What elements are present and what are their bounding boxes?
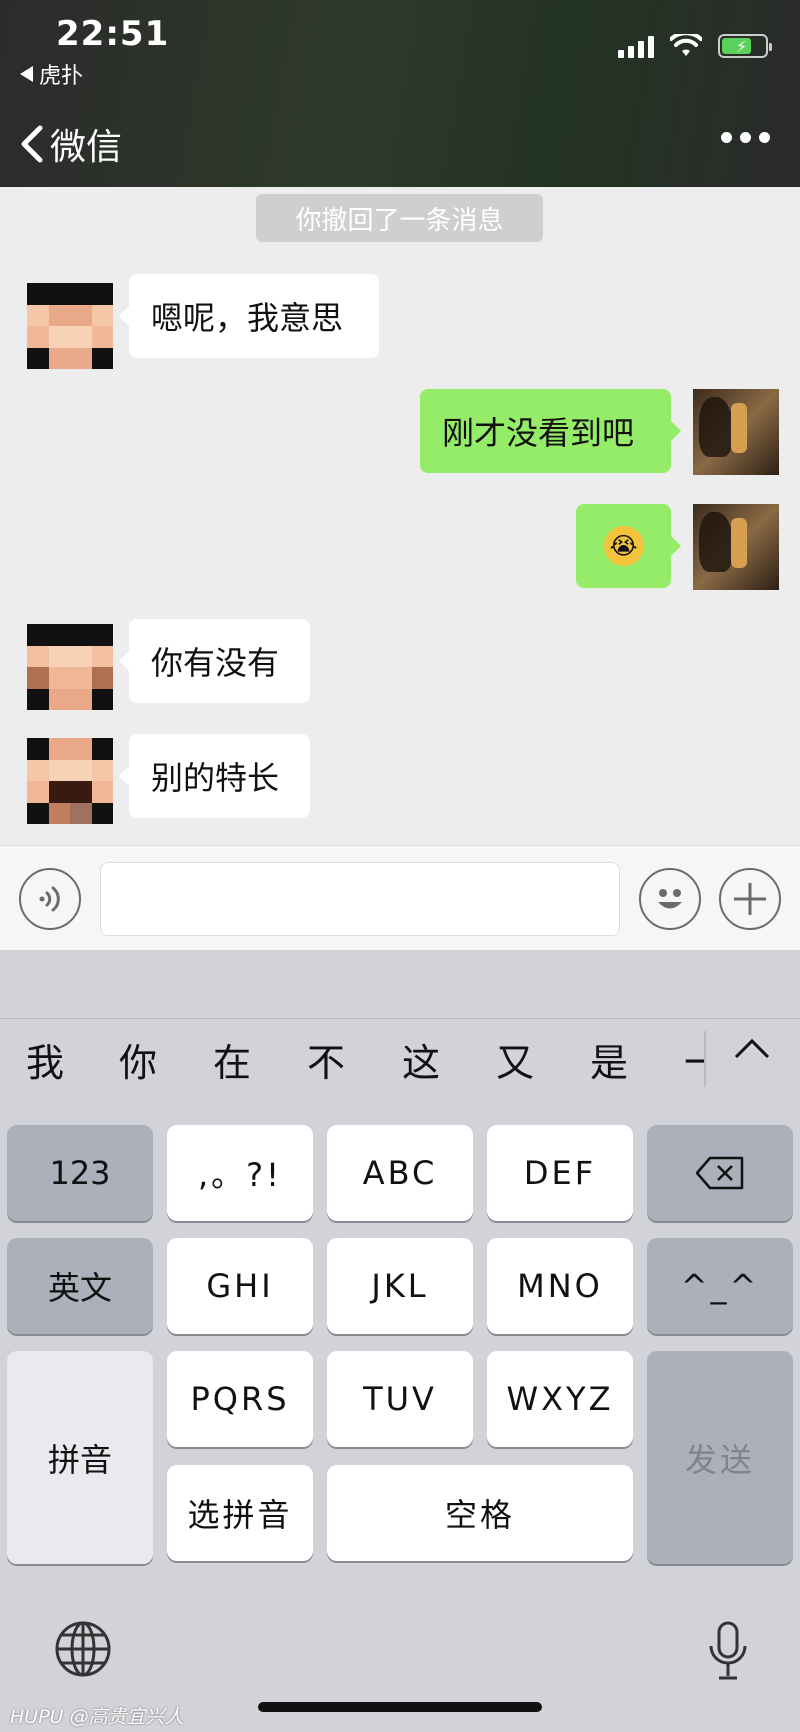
- voice-icon: [39, 886, 60, 912]
- more-functions-button[interactable]: [719, 868, 781, 930]
- candidate-word[interactable]: 一: [684, 1019, 704, 1099]
- key-tuv[interactable]: TUV: [327, 1351, 473, 1447]
- candidate-word[interactable]: 这: [402, 1019, 440, 1099]
- backspace-button[interactable]: [647, 1125, 793, 1221]
- key-pinyin[interactable]: 拼音: [7, 1351, 153, 1564]
- message-bubble-sent-emoji[interactable]: 😭: [576, 504, 681, 588]
- message-bubble-sent[interactable]: 刚才没看到吧: [420, 389, 681, 473]
- candidate-word[interactable]: 是: [590, 1019, 628, 1099]
- key-abc[interactable]: ABC: [327, 1125, 473, 1221]
- watermark: HUPU @高贵宜兴人: [10, 1706, 184, 1728]
- dictation-button[interactable]: [706, 1620, 750, 1686]
- crying-laughing-emoji-icon: 😭: [603, 526, 644, 566]
- key-punctuation[interactable]: ,。?!: [167, 1125, 313, 1221]
- candidate-divider: [704, 1031, 706, 1087]
- voice-toggle-button[interactable]: [19, 868, 81, 930]
- chevron-left-icon: [21, 125, 43, 163]
- backspace-icon: [695, 1156, 744, 1190]
- message-input[interactable]: [100, 862, 620, 936]
- space-key[interactable]: 空格: [327, 1465, 633, 1561]
- send-button[interactable]: 发送: [647, 1351, 793, 1564]
- key-english[interactable]: 英文: [7, 1238, 153, 1334]
- ime-keyboard: 我 你 在 不 这 又 是 一 123 ,。?! ABC DEF 英文 GHI …: [0, 950, 800, 1732]
- globe-icon: [55, 1621, 111, 1677]
- back-button[interactable]: 微信: [20, 118, 122, 170]
- back-triangle-icon: [20, 66, 33, 82]
- home-indicator[interactable]: [258, 1702, 542, 1712]
- candidate-word[interactable]: 我: [26, 1019, 64, 1099]
- back-label: 微信: [50, 127, 123, 168]
- key-123[interactable]: 123: [7, 1125, 153, 1221]
- key-ghi[interactable]: GHI: [167, 1238, 313, 1334]
- message-text: 刚才没看到吧: [442, 414, 635, 452]
- key-mno[interactable]: MNO: [487, 1238, 633, 1334]
- signal-icon: [618, 34, 654, 58]
- plus-icon: [734, 883, 766, 915]
- microphone-icon: [709, 1621, 747, 1680]
- key-pqrs[interactable]: PQRS: [167, 1351, 313, 1447]
- battery-icon: ⚡: [718, 34, 772, 58]
- key-emoticon[interactable]: ^_^: [647, 1238, 793, 1334]
- candidate-word[interactable]: 你: [119, 1019, 157, 1099]
- contact-avatar[interactable]: [27, 624, 113, 710]
- candidate-word[interactable]: 又: [496, 1019, 534, 1099]
- my-avatar[interactable]: [693, 504, 779, 590]
- message-text: 别的特长: [151, 759, 280, 797]
- nav-header: 22:51 虎扑 ⚡ 微信: [0, 0, 800, 187]
- key-select-pinyin[interactable]: 选拼音: [167, 1465, 313, 1561]
- globe-button[interactable]: [54, 1620, 112, 1682]
- chat-input-bar: [0, 845, 800, 950]
- emoji-button[interactable]: [639, 868, 701, 930]
- candidate-word[interactable]: 不: [307, 1019, 345, 1099]
- more-options-button[interactable]: [721, 132, 770, 143]
- contact-avatar[interactable]: [27, 283, 113, 369]
- status-time: 22:51: [56, 14, 170, 54]
- message-text: 你有没有: [151, 644, 280, 682]
- recall-notice: 你撤回了一条消息: [256, 194, 543, 242]
- candidate-word[interactable]: 在: [213, 1019, 251, 1099]
- message-bubble-received[interactable]: 嗯呢，我意思: [119, 274, 379, 358]
- message-bubble-received[interactable]: 你有没有: [119, 619, 310, 703]
- message-bubble-received[interactable]: 别的特长: [119, 734, 310, 818]
- smiley-icon: [658, 889, 682, 909]
- back-app-label: 虎扑: [39, 64, 84, 89]
- expand-candidates-button[interactable]: [730, 1033, 774, 1067]
- contact-avatar[interactable]: [27, 738, 113, 824]
- key-jkl[interactable]: JKL: [327, 1238, 473, 1334]
- status-icons: ⚡: [618, 34, 772, 58]
- chevron-up-icon: [734, 1038, 770, 1059]
- message-text: 嗯呢，我意思: [151, 299, 344, 337]
- key-def[interactable]: DEF: [487, 1125, 633, 1221]
- candidate-bar: 我 你 在 不 这 又 是 一: [0, 1018, 800, 1098]
- wifi-icon: [670, 34, 702, 56]
- key-wxyz[interactable]: WXYZ: [487, 1351, 633, 1447]
- my-avatar[interactable]: [693, 389, 779, 475]
- back-to-app-link[interactable]: 虎扑: [20, 58, 83, 90]
